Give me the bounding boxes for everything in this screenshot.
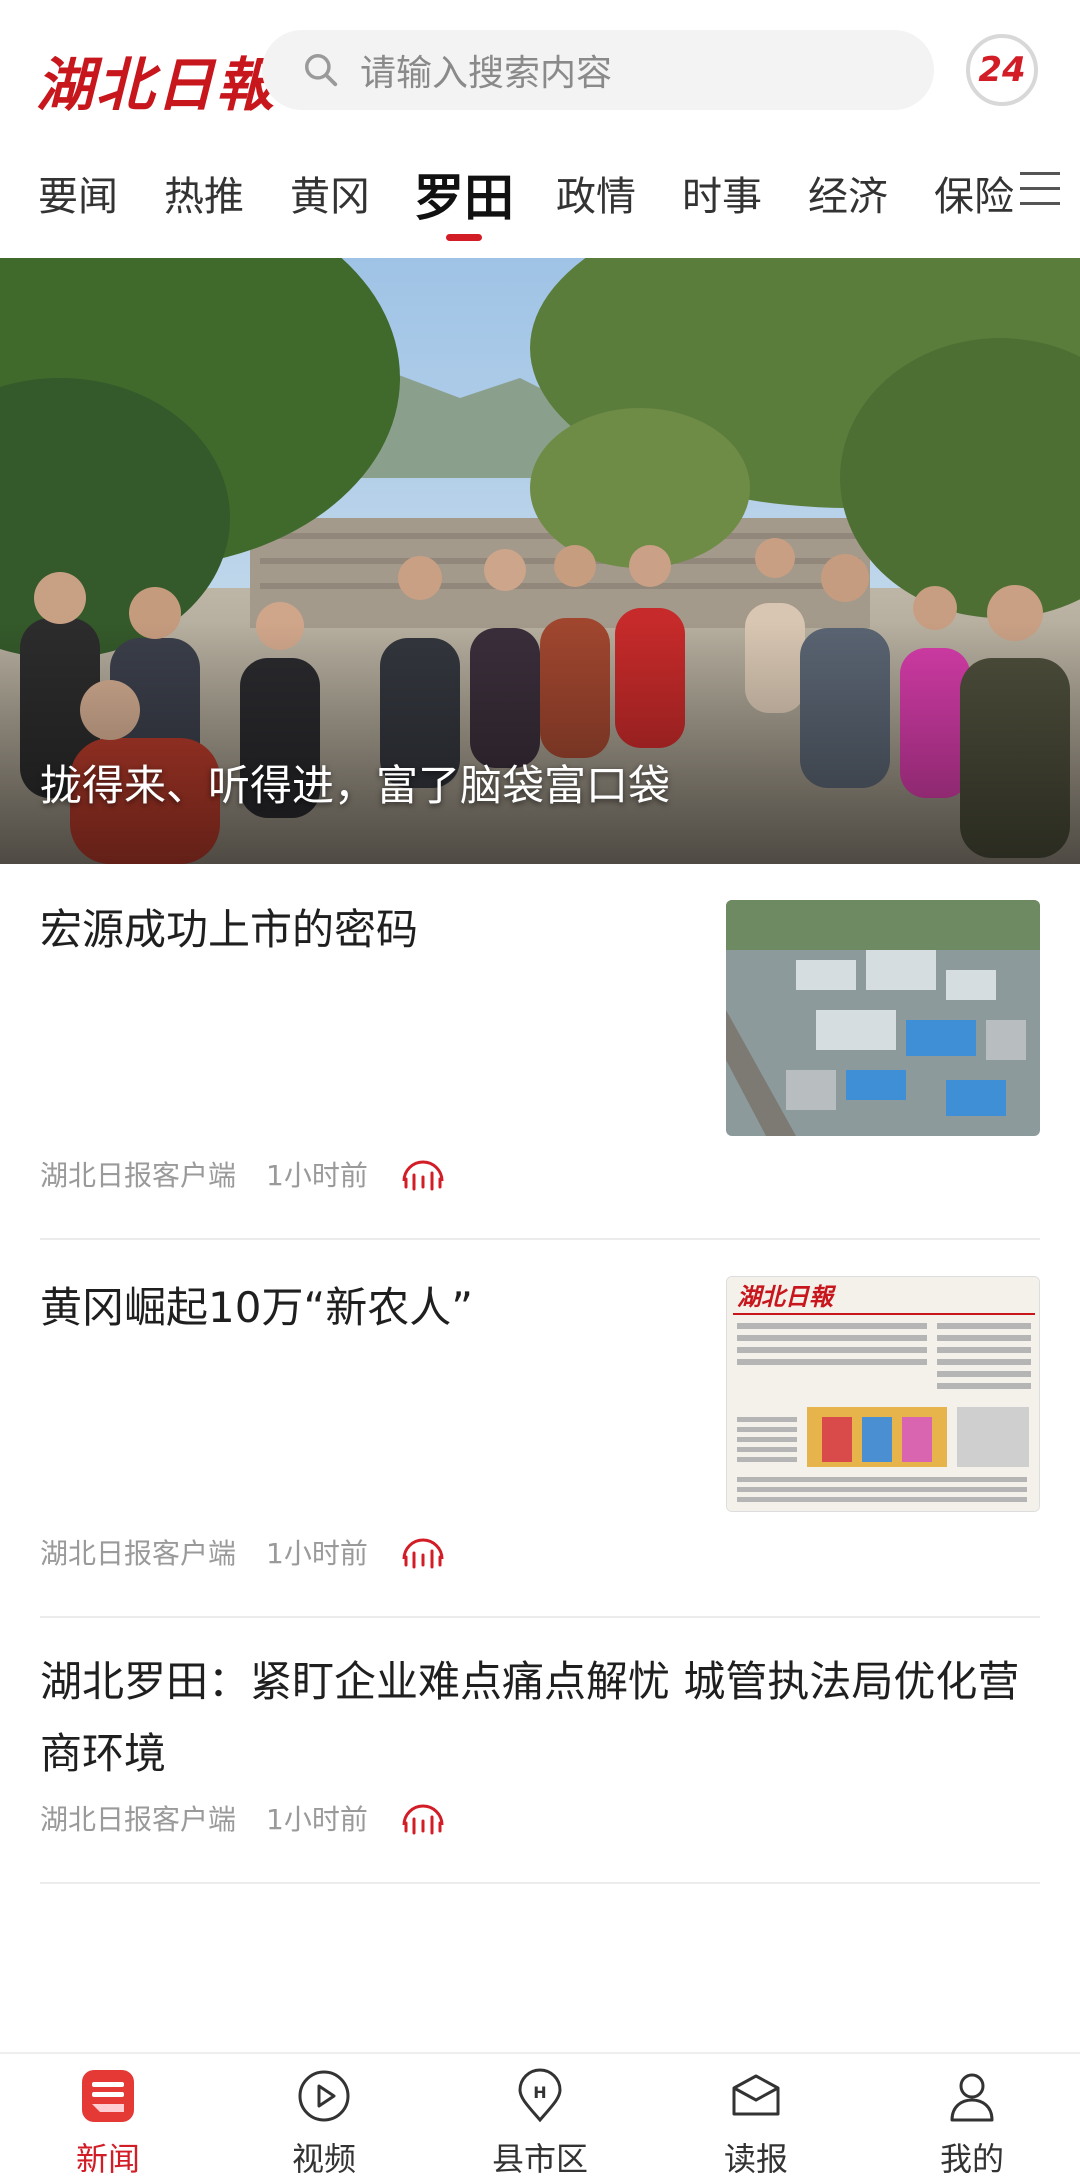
- news-item[interactable]: 宏源成功上市的密码 湖北日报客户端 1小时前: [40, 864, 1040, 1240]
- tab-yaowen[interactable]: 要闻: [38, 164, 118, 222]
- news-source: 湖北日报客户端: [40, 1803, 237, 1836]
- news-meta: 湖北日报客户端 1小时前: [40, 1154, 448, 1194]
- channel-tabs: 要闻 热推 黄冈 罗田 政情 时事 经济 保险: [0, 150, 1080, 250]
- news-icon: [82, 2070, 134, 2122]
- news-time: 1小时前: [266, 1803, 368, 1836]
- news-meta: 湖北日报客户端 1小时前: [40, 1532, 448, 1572]
- user-icon: [950, 2073, 994, 2122]
- news-thumbnail: 湖北日報: [726, 1276, 1040, 1512]
- nav-profile-label: 我的: [939, 2140, 1004, 2178]
- nav-video-label: 视频: [291, 2140, 356, 2178]
- listen-audio-icon[interactable]: [398, 1157, 448, 1191]
- news-title: 湖北罗田：紧盯企业难点痛点解忧 城管执法局优化营商环境: [40, 1657, 1020, 1778]
- bottom-navigation: 新闻 视频 H 县市区 读报 我的: [0, 2052, 1080, 2180]
- news-item[interactable]: 湖北罗田：紧盯企业难点痛点解忧 城管执法局优化营商环境 湖北日报客户端 1小时前: [40, 1620, 1040, 1884]
- tab-zhengqing[interactable]: 政情: [556, 164, 636, 222]
- listen-audio-icon[interactable]: [398, 1801, 448, 1835]
- tab-baoxian[interactable]: 保险: [934, 164, 1014, 222]
- hero-banner[interactable]: 拢得来、听得进，富了脑袋富口袋: [0, 258, 1080, 864]
- 24-badge-label: 24: [978, 50, 1026, 90]
- listen-audio-icon[interactable]: [398, 1535, 448, 1569]
- tab-jingji[interactable]: 经济: [808, 164, 888, 222]
- news-time: 1小时前: [266, 1537, 368, 1570]
- tab-luotian[interactable]: 罗田: [414, 158, 514, 230]
- tab-shishi[interactable]: 时事: [682, 164, 762, 222]
- tab-retui[interactable]: 热推: [164, 164, 244, 222]
- news-time: 1小时前: [266, 1159, 368, 1192]
- video-play-icon: [298, 2070, 350, 2122]
- nav-read-paper-label: 读报: [723, 2140, 788, 2178]
- nav-news[interactable]: 新闻: [38, 2068, 178, 2180]
- news-meta: 湖北日报客户端 1小时前: [40, 1798, 448, 1838]
- svg-text:H: H: [533, 2083, 546, 2102]
- channel-menu-icon[interactable]: [1020, 172, 1060, 212]
- nav-news-label: 新闻: [75, 2140, 140, 2178]
- nav-profile[interactable]: 我的: [902, 2068, 1042, 2180]
- read-paper-icon: [732, 2074, 780, 2116]
- nav-video[interactable]: 视频: [254, 2068, 394, 2180]
- news-title: 黄冈崛起10万“新农人”: [40, 1283, 473, 1332]
- active-tab-indicator: [446, 234, 482, 241]
- nav-county-label: 县市区: [491, 2140, 588, 2178]
- news-source: 湖北日报客户端: [40, 1537, 237, 1570]
- 24-hour-news-button[interactable]: 24: [966, 34, 1038, 106]
- news-item[interactable]: 黄冈崛起10万“新农人” 湖北日報 湖北日报客户端 1小时前: [40, 1242, 1040, 1618]
- search-bar[interactable]: 请输入搜索内容: [262, 30, 934, 110]
- news-source: 湖北日报客户端: [40, 1159, 237, 1192]
- nav-county[interactable]: H 县市区: [470, 2068, 610, 2180]
- location-pin-icon: H: [518, 2068, 562, 2123]
- hero-caption: 拢得来、听得进，富了脑袋富口袋: [40, 761, 671, 810]
- app-logo[interactable]: 湖北日報: [36, 38, 276, 122]
- search-icon: [305, 54, 338, 87]
- svg-text:湖北日報: 湖北日報: [737, 1282, 837, 1311]
- tab-huanggang[interactable]: 黄冈: [290, 164, 370, 222]
- news-thumbnail: [726, 900, 1040, 1136]
- news-title: 宏源成功上市的密码: [40, 905, 419, 954]
- nav-read-paper[interactable]: 读报: [686, 2068, 826, 2180]
- app-header: 湖北日報 请输入搜索内容 24: [0, 0, 1080, 140]
- search-placeholder: 请输入搜索内容: [360, 53, 613, 94]
